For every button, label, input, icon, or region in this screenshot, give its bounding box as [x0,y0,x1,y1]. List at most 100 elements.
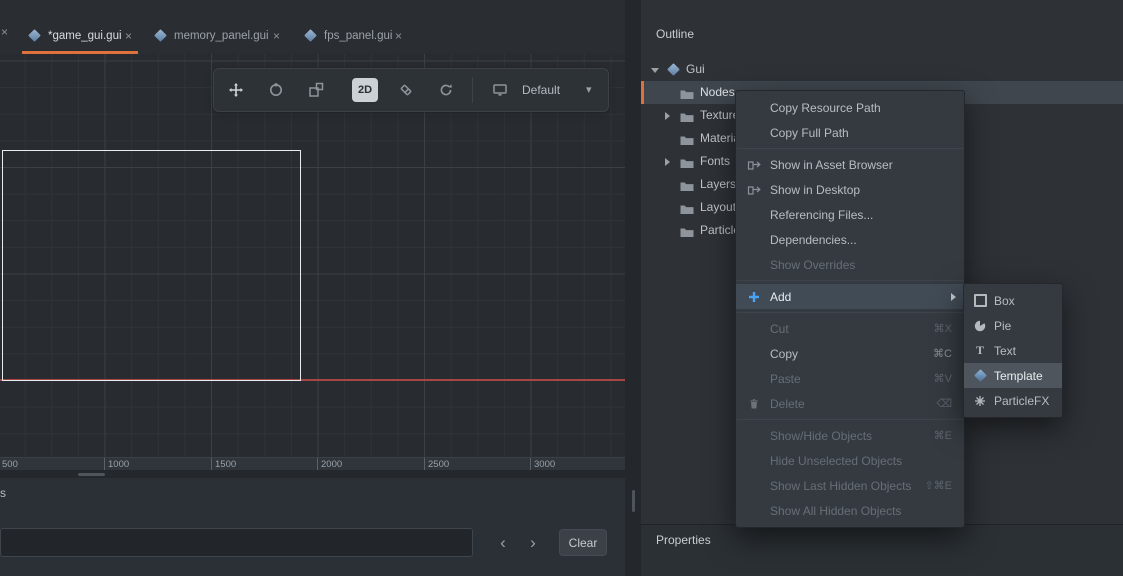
pie-icon [971,313,989,338]
toolbar-divider [472,77,473,103]
folder-icon [680,225,694,243]
scale-icon [308,82,324,98]
submenu-arrow-icon [951,293,956,301]
panel-tab-label-fragment: s [0,486,6,500]
menu-item-show-in-desktop[interactable]: Show in Desktop [736,177,964,202]
submenu-item-template[interactable]: Template [964,363,1062,388]
selection-accent [641,81,644,104]
submenu-item-particlefx[interactable]: ParticleFX [964,388,1062,413]
gui-file-icon [154,29,167,42]
context-menu: Copy Resource Path Copy Full Path Show i… [735,90,965,528]
text-icon: T [971,338,989,363]
reset-view-button[interactable] [432,69,460,111]
tab-fps-panel[interactable]: fps_panel.gui × [298,18,408,54]
console-panel: s ‹ › Clear [0,478,625,576]
menu-item-show-overrides: Show Overrides [736,252,964,277]
tab-label: *game_gui.gui [48,18,122,54]
menu-item-copy[interactable]: Copy⌘C [736,341,964,366]
row-label: Fonts [700,150,730,173]
eraser-tool-button[interactable] [392,69,420,111]
menu-separator [737,148,963,149]
row-label: Nodes [700,81,735,104]
folder-icon [680,156,694,174]
submenu-item-text[interactable]: T Text [964,338,1062,363]
folder-icon [680,110,694,128]
splitter-handle[interactable] [632,490,635,512]
rotate-icon [268,82,284,98]
close-icon[interactable]: × [1,25,8,39]
add-submenu: Box Pie T Text Template ParticleFX [963,283,1063,418]
template-icon [971,363,989,388]
display-profile-label[interactable]: Default [522,69,560,111]
row-label: Layers [700,173,736,196]
tab-memory-panel[interactable]: memory_panel.gui × [148,18,286,54]
row-label: Gui [686,58,705,81]
gui-file-icon [28,29,41,42]
vertical-splitter[interactable] [625,0,641,576]
horizontal-ruler: 500 1000 1500 2000 2500 3000 [0,457,625,471]
chevron-down-icon[interactable]: ▾ [586,69,592,111]
tab-label: memory_panel.gui [174,18,269,54]
folder-icon [680,202,694,220]
folder-icon [680,87,694,105]
properties-panel [641,525,1123,576]
scene-toolbar: 2D Default ▾ [213,68,609,112]
menu-item-hide-unselected-objects: Hide Unselected Objects [736,448,964,473]
tab-strip: × *game_gui.gui × memory_panel.gui × fps… [0,0,625,54]
submenu-item-pie[interactable]: Pie [964,313,1062,338]
tab-label: fps_panel.gui [324,18,392,54]
menu-item-show-hide-objects: Show/Hide Objects⌘E [736,423,964,448]
chevron-right-icon[interactable] [665,112,670,120]
menu-item-add[interactable]: Add [736,284,964,309]
trash-icon [745,391,763,416]
display-profile-button[interactable] [486,69,514,111]
prev-match-button[interactable]: ‹ [489,528,517,557]
close-icon[interactable]: × [125,18,132,54]
menu-item-paste: Paste⌘V [736,366,964,391]
scene-viewport[interactable]: 2D Default ▾ 500 1000 1500 2000 2500 300… [0,54,625,470]
menu-separator [737,419,963,420]
plus-icon [745,284,763,309]
outline-row-gui[interactable]: Gui [641,58,1123,81]
editor-window: × *game_gui.gui × memory_panel.gui × fps… [0,0,1123,576]
menu-item-delete: Delete⌫ [736,391,964,416]
menu-separator [737,312,963,313]
tab-game-gui[interactable]: *game_gui.gui × [22,18,138,54]
menu-separator [737,280,963,281]
monitor-icon [492,82,508,98]
close-icon[interactable]: × [273,18,280,54]
rotate-tool-button[interactable] [262,69,290,111]
chevron-down-icon[interactable] [651,68,659,73]
eraser-icon [398,82,414,98]
folder-icon [680,179,694,197]
outline-title: Outline [656,27,694,41]
properties-title: Properties [656,533,711,547]
menu-item-show-last-hidden-objects: Show Last Hidden Objects⇧⌘E [736,473,964,498]
search-input[interactable] [0,528,473,557]
rotate-ccw-icon [438,82,454,98]
menu-item-cut: Cut⌘X [736,316,964,341]
move-tool-button[interactable] [222,69,250,111]
close-icon[interactable]: × [395,18,402,54]
folder-icon [680,133,694,151]
menu-item-show-all-hidden-objects: Show All Hidden Objects [736,498,964,523]
menu-item-show-in-asset-browser[interactable]: Show in Asset Browser [736,152,964,177]
next-match-button[interactable]: › [519,528,547,557]
scale-tool-button[interactable] [302,69,330,111]
menu-item-referencing-files[interactable]: Referencing Files... [736,202,964,227]
horizontal-splitter[interactable] [0,470,625,478]
box-icon [971,288,989,313]
menu-item-copy-resource-path[interactable]: Copy Resource Path [736,95,964,120]
submenu-item-box[interactable]: Box [964,288,1062,313]
splitter-handle[interactable] [78,473,105,476]
chevron-right-icon[interactable] [665,158,670,166]
2d-mode-button[interactable]: 2D [352,78,378,102]
menu-item-dependencies[interactable]: Dependencies... [736,227,964,252]
gui-file-icon [304,29,317,42]
show-in-icon [745,177,763,202]
menu-item-copy-full-path[interactable]: Copy Full Path [736,120,964,145]
move-icon [228,82,244,98]
show-in-icon [745,152,763,177]
clear-button[interactable]: Clear [559,529,607,556]
particlefx-icon [971,388,989,413]
